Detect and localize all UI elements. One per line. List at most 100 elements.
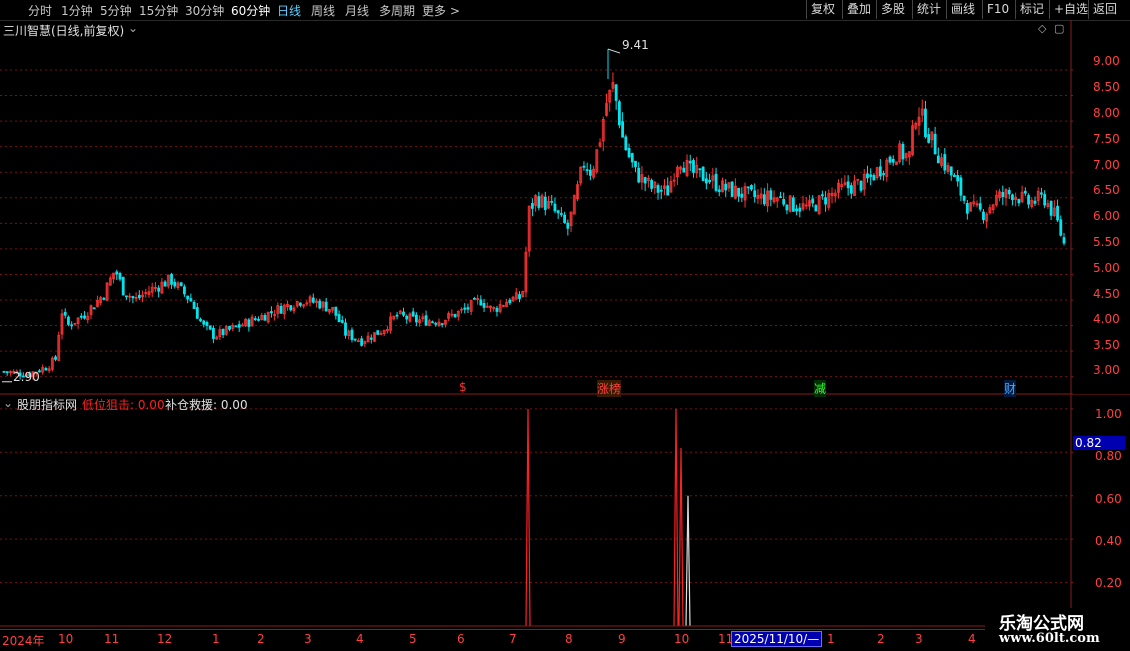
candle-body (846, 181, 850, 189)
candle-body (118, 272, 122, 280)
candle-body (350, 329, 354, 340)
candle-body (643, 177, 647, 184)
candle-body (212, 327, 215, 339)
candle-body (1023, 190, 1027, 194)
candle-body (289, 305, 293, 311)
indicator-toggle-icon[interactable]: ⌄ (3, 396, 13, 410)
time-tick: 4 (968, 632, 976, 646)
candle-body (1056, 205, 1059, 221)
candle-body (1027, 195, 1030, 205)
time-tick: 2 (877, 632, 885, 646)
candle-body (550, 200, 554, 203)
indicator-axis: 1.00 0.80 0.60 0.40 0.20 0.82 (1073, 398, 1130, 628)
candle-body (708, 179, 711, 183)
price-tick: 8.00 (1093, 106, 1120, 120)
time-tick: 5 (409, 632, 417, 646)
event-marker-reduce[interactable]: 减 (814, 380, 827, 397)
event-marker-dollar[interactable]: $ (459, 380, 467, 394)
diamond-icon[interactable]: ◇ (1038, 22, 1046, 35)
candle-body (1040, 192, 1043, 195)
chevron-down-icon[interactable]: ⌄ (128, 21, 138, 35)
candle-body (424, 315, 428, 326)
time-tick: 2024年 (2, 634, 45, 648)
candle-body (888, 156, 892, 163)
candle-body (299, 302, 302, 306)
candle-body (369, 337, 373, 340)
indicator-name[interactable]: 股朋指标网 (17, 396, 77, 413)
candle-body (115, 271, 119, 275)
candle-body (588, 169, 592, 176)
candle-body (553, 203, 557, 212)
candlestick-series (2, 49, 1066, 380)
time-axis: 2024年 10 11 12 1 2 3 4 5 6 7 8 9 10 11 1… (0, 629, 1130, 651)
candle-body (811, 198, 815, 204)
candle-body (656, 185, 660, 193)
candle-body (482, 303, 486, 308)
candle-body (688, 160, 692, 164)
low-price-label: 2.90 (13, 370, 40, 384)
candle-body (566, 222, 570, 229)
candle-body (67, 316, 70, 325)
candle-body (962, 195, 966, 201)
current-value-badge: 0.82 (1073, 436, 1125, 450)
candle-body (949, 166, 953, 176)
candle-body (866, 173, 869, 179)
candle-body (537, 196, 541, 208)
candle-body (199, 318, 202, 322)
candle-body (472, 297, 476, 300)
candle-body (163, 281, 167, 287)
candle-body (740, 193, 744, 198)
candle-body (170, 273, 173, 285)
candle-body (121, 276, 125, 296)
candle-body (666, 185, 670, 196)
price-tick: 5.50 (1093, 235, 1120, 249)
candle-body (750, 185, 753, 190)
candle-body (189, 298, 193, 302)
candle-body (746, 186, 750, 189)
high-pointer (607, 48, 621, 54)
candle-body (247, 319, 251, 327)
indicator-line2-value: 补仓救援: 0.00 (165, 398, 248, 412)
price-tick: 9.00 (1093, 54, 1120, 68)
candle-body (263, 315, 267, 321)
time-tick: 3 (304, 632, 312, 646)
time-tick: 7 (509, 632, 517, 646)
candle-body (234, 325, 238, 328)
candle-body (270, 311, 273, 314)
price-tick: 4.50 (1093, 287, 1120, 301)
candle-body (869, 174, 873, 177)
candle-body (125, 295, 128, 298)
watermark-logo: 乐淘公式网 www.60lt.com (985, 608, 1130, 650)
candle-body (530, 203, 534, 209)
indicator-tick: 1.00 (1095, 407, 1122, 421)
candle-body (859, 180, 863, 191)
candle-body (563, 214, 567, 223)
event-marker-finance[interactable]: 财 (1004, 380, 1017, 397)
candle-body (253, 318, 257, 321)
time-tick: 12 (157, 632, 173, 646)
candle-body (698, 168, 702, 171)
candle-body (337, 314, 341, 323)
candle-body (1049, 200, 1053, 216)
candle-body (965, 203, 969, 214)
high-price-label: 9.41 (622, 38, 649, 52)
time-tick: 4 (356, 632, 364, 646)
candle-body (83, 315, 86, 319)
watermark-url: www.60lt.com (999, 631, 1100, 646)
candle-body (79, 315, 83, 318)
candle-body (466, 307, 470, 310)
candle-body (717, 189, 721, 192)
candle-body (228, 325, 231, 330)
candle-body (508, 299, 512, 304)
candle-body (102, 297, 106, 300)
candle-body (724, 183, 728, 191)
candle-body (682, 167, 686, 173)
event-marker-limitup[interactable]: 涨榜 (597, 380, 622, 397)
candle-body (402, 311, 405, 316)
candle-body (978, 203, 982, 210)
candle-body (431, 321, 434, 324)
time-tick: 10 (58, 632, 74, 646)
candle-body (131, 296, 135, 299)
kline-chart[interactable] (0, 0, 1130, 650)
maximize-icon[interactable]: ▢ (1054, 22, 1064, 35)
